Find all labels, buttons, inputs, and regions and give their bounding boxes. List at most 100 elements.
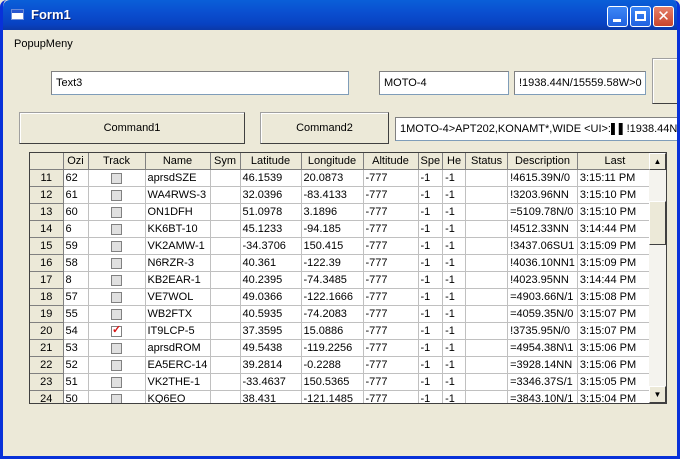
track-checkbox[interactable] (111, 393, 122, 403)
track-checkbox[interactable] (111, 323, 122, 337)
column-header-spe[interactable]: Spe (418, 153, 444, 170)
cell-sym[interactable] (210, 356, 241, 374)
cell-track[interactable] (88, 288, 146, 306)
row-number[interactable]: 13 (30, 203, 64, 221)
cell-name[interactable]: WA4RWS-3 (145, 186, 211, 204)
cell-last[interactable]: 3:15:08 PM (577, 288, 653, 306)
track-checkbox[interactable] (111, 342, 122, 354)
cell-lat[interactable]: 45.1233 (240, 220, 302, 238)
cell-spe[interactable]: -1 (418, 373, 444, 391)
cell-name[interactable]: WB2FTX (145, 305, 211, 323)
cell-last[interactable]: 3:15:06 PM (577, 339, 653, 357)
table-row[interactable]: 22 52 EA5ERC-14 39.2814 -0.2288 -777 -1 -1 =3928… (30, 356, 653, 374)
cell-track[interactable] (88, 254, 146, 272)
minimize-button[interactable] (607, 6, 628, 27)
track-checkbox[interactable] (111, 240, 122, 252)
cell-status[interactable] (465, 339, 509, 357)
cell-desc[interactable]: =3928.14NN (507, 356, 578, 374)
cell-last[interactable]: 3:15:06 PM (577, 356, 653, 374)
command2-button[interactable]: Command2 (260, 112, 389, 144)
cell-ozi[interactable]: 6 (63, 220, 89, 238)
table-row[interactable]: 15 59 VK2AMW-1 -34.3706 150.415 -777 -1 -1 !3437… (30, 237, 653, 255)
cell-lon[interactable]: -121.1485 (301, 390, 364, 403)
table-row[interactable]: 13 60 ON1DFH 51.0978 3.1896 -777 -1 -1 =5109.78N… (30, 203, 653, 221)
cell-he[interactable]: -1 (442, 339, 467, 357)
column-header-track[interactable]: Track (88, 153, 146, 170)
row-number[interactable]: 15 (30, 237, 64, 255)
cell-he[interactable]: -1 (442, 322, 467, 340)
cell-alt[interactable]: -777 (363, 356, 419, 374)
column-header-last[interactable]: Last (577, 153, 653, 170)
cell-he[interactable]: -1 (442, 390, 467, 403)
scroll-thumb[interactable] (649, 201, 666, 245)
row-number[interactable]: 14 (30, 220, 64, 238)
cell-spe[interactable]: -1 (418, 288, 444, 306)
cell-name[interactable]: KQ6EO (145, 390, 211, 403)
cell-sym[interactable] (210, 169, 241, 187)
cell-lat[interactable]: 49.0366 (240, 288, 302, 306)
cell-alt[interactable]: -777 (363, 186, 419, 204)
cell-status[interactable] (465, 220, 509, 238)
cell-desc[interactable]: !4512.33NN (507, 220, 578, 238)
cell-track[interactable] (88, 373, 146, 391)
track-checkbox[interactable] (111, 291, 122, 303)
cell-ozi[interactable]: 55 (63, 305, 89, 323)
cell-name[interactable]: aprsdSZE (145, 169, 211, 187)
cell-name[interactable]: VK2AMW-1 (145, 237, 211, 255)
cell-ozi[interactable]: 8 (63, 271, 89, 289)
row-number[interactable]: 12 (30, 186, 64, 204)
cell-last[interactable]: 3:15:10 PM (577, 203, 653, 221)
scroll-up-button[interactable]: ▲ (649, 153, 666, 170)
cell-spe[interactable]: -1 (418, 322, 444, 340)
cell-last[interactable]: 3:15:11 PM (577, 169, 653, 187)
cell-lon[interactable]: 150.415 (301, 237, 364, 255)
cell-lat[interactable]: 40.5935 (240, 305, 302, 323)
cell-last[interactable]: 3:15:05 PM (577, 373, 653, 391)
cell-desc[interactable]: !3437.06SU1 (507, 237, 578, 255)
cell-lat[interactable]: 39.2814 (240, 356, 302, 374)
cell-status[interactable] (465, 305, 509, 323)
row-number[interactable]: 23 (30, 373, 64, 391)
cell-track[interactable] (88, 271, 146, 289)
cell-he[interactable]: -1 (442, 254, 467, 272)
cell-spe[interactable]: -1 (418, 356, 444, 374)
cell-lon[interactable]: 20.0873 (301, 169, 364, 187)
cell-lon[interactable]: -74.2083 (301, 305, 364, 323)
cell-track[interactable] (88, 390, 146, 403)
cell-alt[interactable]: -777 (363, 271, 419, 289)
cell-he[interactable]: -1 (442, 271, 467, 289)
cell-status[interactable] (465, 203, 509, 221)
row-number[interactable]: 16 (30, 254, 64, 272)
cell-name[interactable]: N6RZR-3 (145, 254, 211, 272)
cell-last[interactable]: 3:14:44 PM (577, 271, 653, 289)
column-header-rownum[interactable] (30, 153, 64, 170)
cell-sym[interactable] (210, 373, 241, 391)
cell-last[interactable]: 3:15:04 PM (577, 390, 653, 403)
table-row[interactable]: 12 61 WA4RWS-3 32.0396 -83.4133 -777 -1 -1 !3203… (30, 186, 653, 204)
cell-track[interactable] (88, 203, 146, 221)
track-checkbox[interactable] (111, 189, 122, 201)
table-row[interactable]: 19 55 WB2FTX 40.5935 -74.2083 -777 -1 -1 =4059.3… (30, 305, 653, 323)
cell-status[interactable] (465, 254, 509, 272)
cell-lon[interactable]: -119.2256 (301, 339, 364, 357)
cell-last[interactable]: 3:15:09 PM (577, 237, 653, 255)
cell-lon[interactable]: -83.4133 (301, 186, 364, 204)
cell-spe[interactable]: -1 (418, 305, 444, 323)
cell-ozi[interactable]: 51 (63, 373, 89, 391)
cell-sym[interactable] (210, 390, 241, 403)
cell-desc[interactable]: !4036.10NN1 (507, 254, 578, 272)
cell-lat[interactable]: 37.3595 (240, 322, 302, 340)
column-header-altitude[interactable]: Altitude (363, 153, 419, 170)
cell-last[interactable]: 3:15:09 PM (577, 254, 653, 272)
cell-lon[interactable]: -0.2288 (301, 356, 364, 374)
cell-name[interactable]: VE7WOL (145, 288, 211, 306)
cell-he[interactable]: -1 (442, 220, 467, 238)
cell-desc[interactable]: =4903.66N/1 (507, 288, 578, 306)
cell-status[interactable] (465, 237, 509, 255)
vertical-scrollbar[interactable]: ▲ ▼ (649, 153, 666, 403)
cell-sym[interactable] (210, 254, 241, 272)
cell-track[interactable] (88, 322, 146, 340)
cell-alt[interactable]: -777 (363, 305, 419, 323)
cell-spe[interactable]: -1 (418, 271, 444, 289)
cell-status[interactable] (465, 322, 509, 340)
